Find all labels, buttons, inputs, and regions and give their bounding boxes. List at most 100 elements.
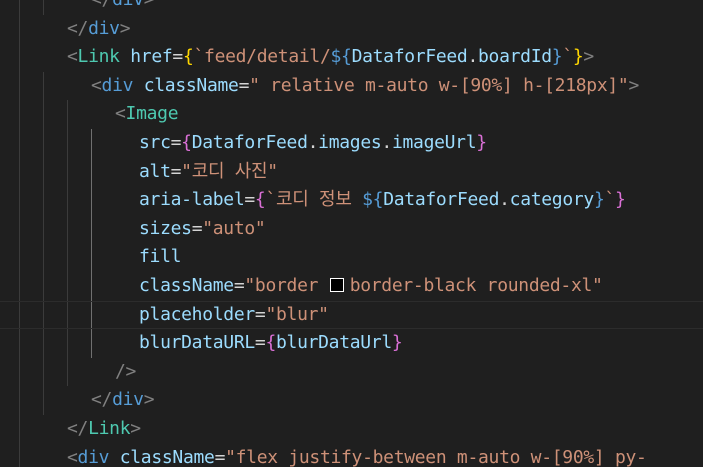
color-swatch-icon[interactable] xyxy=(329,277,344,292)
code-token: = xyxy=(238,74,250,96)
indent-guide xyxy=(43,157,44,187)
code-line-content: </div> xyxy=(91,386,155,415)
code-token: = xyxy=(191,217,203,239)
indent-guide xyxy=(19,71,20,101)
indent-guide xyxy=(43,71,44,101)
code-token: DataforFeed xyxy=(351,46,468,68)
indent-guide xyxy=(19,43,20,72)
code-line[interactable]: </div> xyxy=(0,0,703,15)
code-line[interactable]: /> xyxy=(0,357,703,387)
indent-guide xyxy=(43,271,44,301)
indent-guide xyxy=(43,0,44,15)
code-token: = xyxy=(244,189,255,211)
indent-guide xyxy=(67,186,68,215)
code-token: Link xyxy=(77,46,120,68)
code-token: = xyxy=(214,446,226,467)
code-line-content: <Image xyxy=(115,100,179,129)
code-token: className xyxy=(143,74,239,96)
code-token: className xyxy=(139,274,234,296)
indent-guide xyxy=(67,100,68,129)
indent-guide xyxy=(19,386,20,415)
indent-guide xyxy=(67,301,68,329)
code-token: < xyxy=(91,74,102,96)
indent-guide xyxy=(43,329,44,358)
code-token: category xyxy=(509,189,595,211)
code-token: = xyxy=(233,274,245,296)
code-line[interactable]: blurDataURL={blurDataUrl} xyxy=(0,329,703,358)
code-line-content: fill xyxy=(139,243,181,272)
indent-guide xyxy=(19,100,20,129)
code-token: </ xyxy=(67,417,89,439)
code-token: "border xyxy=(244,274,329,296)
code-token: { xyxy=(181,131,192,153)
code-line[interactable]: <div className=" relative m-auto w-[90%]… xyxy=(0,71,703,101)
code-line-content: <div className=" relative m-auto w-[90%]… xyxy=(91,72,639,101)
indent-guide xyxy=(91,186,92,215)
indent-guide xyxy=(19,243,20,272)
code-token: > xyxy=(130,417,141,439)
indent-guide xyxy=(43,386,44,415)
code-token: } xyxy=(551,46,563,68)
code-line-content: alt="코디 사진" xyxy=(139,158,278,187)
code-token: border-black rounded-xl" xyxy=(349,274,603,296)
code-token: /> xyxy=(115,360,137,382)
indent-guide xyxy=(19,214,20,244)
code-line[interactable]: <Link href={`feed/detail/${DataforFeed.b… xyxy=(0,43,703,72)
code-token: div xyxy=(88,17,120,39)
code-token: { xyxy=(254,189,266,211)
code-line[interactable]: fill xyxy=(0,243,703,272)
code-line-content: </Link> xyxy=(67,415,141,444)
code-token: "auto" xyxy=(202,217,266,239)
code-line[interactable]: alt="코디 사진" xyxy=(0,157,703,187)
code-token: = xyxy=(170,131,182,153)
code-line[interactable]: </div> xyxy=(0,386,703,415)
code-token: `feed/detail/ xyxy=(193,46,331,68)
code-line[interactable]: placeholder="blur" xyxy=(0,300,703,330)
indent-guide xyxy=(43,243,44,272)
code-token: . xyxy=(381,131,392,153)
code-line[interactable]: className="border border-black rounded-x… xyxy=(0,271,703,301)
indent-guide xyxy=(91,329,92,358)
indent-guide xyxy=(91,214,92,244)
code-line[interactable]: <div className="flex justify-between m-a… xyxy=(0,443,703,467)
code-line-content: aria-label={`코디 정보 ${DataforFeed.categor… xyxy=(139,186,626,215)
indent-guide xyxy=(43,301,44,329)
code-token: blurDataUrl xyxy=(276,332,392,354)
code-token: imageUrl xyxy=(391,131,477,153)
code-token: </ xyxy=(67,17,89,39)
code-line-content: placeholder="blur" xyxy=(139,302,329,329)
indent-guide xyxy=(91,128,92,158)
code-line-content: sizes="auto" xyxy=(139,215,266,244)
code-token: DataforFeed xyxy=(191,131,308,153)
code-token: } xyxy=(572,46,584,68)
code-line[interactable]: sizes="auto" xyxy=(0,214,703,244)
code-line[interactable]: src={DataforFeed.images.imageUrl} xyxy=(0,128,703,158)
code-token: boardId xyxy=(478,46,552,68)
indent-guide xyxy=(43,100,44,129)
code-line[interactable]: </Link> xyxy=(0,414,703,444)
code-token: ${ xyxy=(362,189,384,211)
code-line-content: blurDataURL={blurDataUrl} xyxy=(139,329,403,358)
code-editor[interactable]: </div></div><Link href={`feed/detail/${D… xyxy=(0,0,703,467)
code-token: Link xyxy=(88,417,131,439)
code-line-content: <div className="flex justify-between m-a… xyxy=(67,444,647,467)
indent-guide xyxy=(19,186,20,215)
indent-guide xyxy=(19,357,20,387)
code-line[interactable]: </div> xyxy=(0,14,703,44)
code-token: href xyxy=(130,46,173,68)
code-line[interactable]: <Image xyxy=(0,100,703,129)
code-token: > xyxy=(583,46,594,68)
code-token: div xyxy=(112,389,144,411)
code-token: = xyxy=(170,160,182,182)
indent-guide xyxy=(43,186,44,215)
code-line[interactable]: aria-label={`코디 정보 ${DataforFeed.categor… xyxy=(0,186,703,215)
code-token: "코디 사진" xyxy=(181,160,278,182)
code-token: </ xyxy=(91,389,113,411)
indent-guide xyxy=(19,271,20,301)
code-token: div xyxy=(77,446,110,467)
code-token: ` xyxy=(604,189,616,211)
code-token: src xyxy=(139,131,171,153)
